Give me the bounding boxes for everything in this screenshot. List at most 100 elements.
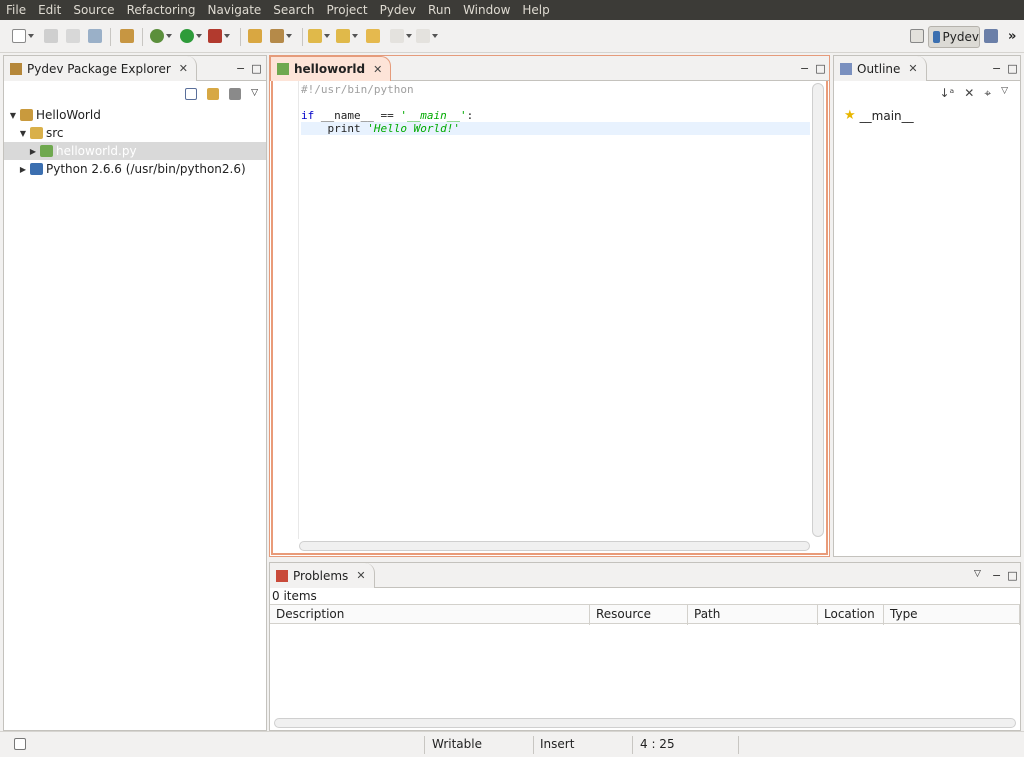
link-with-editor-icon[interactable] <box>207 88 220 100</box>
tree-node-icon <box>20 109 33 121</box>
problems-horizontal-scrollbar[interactable] <box>274 718 1016 728</box>
tree-node-icon <box>30 127 43 139</box>
tree-item-label: helloworld.py <box>56 144 137 158</box>
collapsed-twisty-icon[interactable]: ▶ <box>18 165 28 174</box>
debug-perspective-button[interactable] <box>984 28 998 44</box>
outline-tabbar: Outline ✕ −□ <box>834 56 1020 81</box>
tree-item-label: src <box>46 126 64 140</box>
tab-problems[interactable]: Problems ✕ <box>270 563 375 588</box>
menu-search[interactable]: Search <box>273 3 314 17</box>
save-icon <box>44 29 58 43</box>
code-line[interactable]: print 'Hello World!' <box>301 122 810 135</box>
code-line[interactable]: #!/usr/bin/python <box>301 83 810 96</box>
vertical-scrollbar[interactable] <box>812 83 824 537</box>
last-edit-button[interactable] <box>366 28 380 44</box>
filters-icon[interactable] <box>229 88 242 100</box>
menu-edit[interactable]: Edit <box>38 3 61 17</box>
next-annotation-icon <box>308 29 322 43</box>
code-text[interactable]: #!/usr/bin/python if __name__ == '__main… <box>301 83 810 135</box>
tab-helloworld[interactable]: helloworld ✕ <box>270 56 392 81</box>
package-explorer-panel: Pydev Package Explorer ✕ −□ ▽ ▼ HelloWorl… <box>3 55 267 731</box>
menu-pydev[interactable]: Pydev <box>380 3 416 17</box>
new-wizard-button[interactable] <box>12 28 34 44</box>
run-button[interactable] <box>180 28 202 44</box>
code-token: 'Hello World!' <box>367 122 460 135</box>
editor-tabbar: helloworld ✕ −□ <box>270 56 829 81</box>
more-perspectives-button[interactable]: » <box>1008 28 1016 44</box>
back-button[interactable] <box>390 28 412 44</box>
prev-annotation-button[interactable] <box>336 28 358 44</box>
column-header[interactable]: Path <box>688 605 818 625</box>
code-token: '__main__' <box>400 109 467 122</box>
collapse-all-icon[interactable] <box>185 88 198 100</box>
tree-item[interactable]: ▶ helloworld.py <box>4 142 266 160</box>
back-arrow-icon <box>390 29 404 43</box>
print-button[interactable] <box>88 28 102 44</box>
close-icon[interactable]: ✕ <box>179 62 188 75</box>
tree-item[interactable]: ▼ HelloWorld <box>4 106 266 124</box>
problems-panel: Problems ✕ ▽ −□ 0 items Description Resou… <box>269 562 1021 731</box>
outline-item-label[interactable]: __main__ <box>860 109 914 123</box>
package-icon <box>120 29 134 43</box>
external-tools-button[interactable] <box>208 28 230 44</box>
code-editor[interactable]: #!/usr/bin/python if __name__ == '__main… <box>271 81 828 555</box>
menu-source[interactable]: Source <box>73 3 114 17</box>
view-menu-icon[interactable]: ▽ <box>974 569 981 579</box>
column-header[interactable]: Resource <box>590 605 688 625</box>
column-header[interactable]: Location <box>818 605 884 625</box>
tree-node-icon <box>30 163 43 175</box>
menu-refactoring[interactable]: Refactoring <box>127 3 196 17</box>
expand-icon[interactable]: ⌖ <box>984 86 991 101</box>
collapsed-twisty-icon[interactable]: ▶ <box>28 147 38 156</box>
last-edit-icon <box>366 29 380 43</box>
hide-fields-icon[interactable]: ✕ <box>964 86 974 101</box>
expanded-twisty-icon[interactable]: ▼ <box>8 111 18 120</box>
tree-item[interactable]: ▶ Python 2.6.6 (/usr/bin/python2.6) <box>4 160 266 178</box>
pydev-perspective-button[interactable]: Pydev <box>928 26 980 48</box>
tab-package-explorer[interactable]: Pydev Package Explorer ✕ <box>4 56 197 81</box>
editor-panel: helloworld ✕ −□ #!/usr/bin/python if __n… <box>269 55 830 557</box>
horizontal-scrollbar[interactable] <box>299 541 810 551</box>
next-annotation-button[interactable] <box>308 28 330 44</box>
minimize-maximize-controls[interactable]: −□ <box>992 62 1024 75</box>
menu-run[interactable]: Run <box>428 3 451 17</box>
fast-view-icon[interactable] <box>14 738 26 750</box>
close-icon[interactable]: ✕ <box>356 569 365 582</box>
minimize-maximize-controls[interactable]: −□ <box>236 62 268 75</box>
column-header[interactable]: Type <box>884 605 1020 625</box>
view-menu-icon[interactable]: ▽ <box>1001 86 1008 101</box>
forward-button[interactable] <box>416 28 438 44</box>
code-token: print <box>301 122 368 135</box>
menu-project[interactable]: Project <box>327 3 368 17</box>
menu-navigate[interactable]: Navigate <box>207 3 261 17</box>
view-menu-icon[interactable]: ▽ <box>251 88 258 100</box>
minimize-maximize-controls[interactable]: −□ <box>992 569 1024 582</box>
tab-outline[interactable]: Outline ✕ <box>834 56 927 81</box>
close-icon[interactable]: ✕ <box>373 63 382 76</box>
save-all-button[interactable] <box>66 28 80 44</box>
tree-item[interactable]: ▼ src <box>4 124 266 142</box>
menu-help[interactable]: Help <box>522 3 549 17</box>
pydev-perspective-label: Pydev <box>942 30 979 44</box>
code-line[interactable] <box>301 96 810 109</box>
sort-icon[interactable]: ↓ᵃ <box>939 86 954 101</box>
status-bar: Writable Insert 4 : 25 <box>0 731 1024 757</box>
python-icon <box>933 31 940 43</box>
package-explorer-icon <box>10 62 22 75</box>
menu-window[interactable]: Window <box>463 3 510 17</box>
menu-file[interactable]: File <box>6 3 26 17</box>
search-tool-button[interactable] <box>270 28 292 44</box>
close-icon[interactable]: ✕ <box>908 62 917 75</box>
minimize-maximize-controls[interactable]: −□ <box>800 62 832 75</box>
column-header[interactable]: Description <box>270 605 590 625</box>
package-explorer-tabbar: Pydev Package Explorer ✕ −□ <box>4 56 266 81</box>
save-button[interactable] <box>44 28 58 44</box>
expanded-twisty-icon[interactable]: ▼ <box>18 129 28 138</box>
open-folder-button[interactable] <box>248 28 262 44</box>
open-perspective-button[interactable] <box>910 28 924 44</box>
forward-arrow-icon <box>416 29 430 43</box>
debug-button[interactable] <box>150 28 172 44</box>
open-type-button[interactable] <box>120 28 134 44</box>
folder-icon <box>248 29 262 43</box>
code-line[interactable]: if __name__ == '__main__': <box>301 109 810 122</box>
